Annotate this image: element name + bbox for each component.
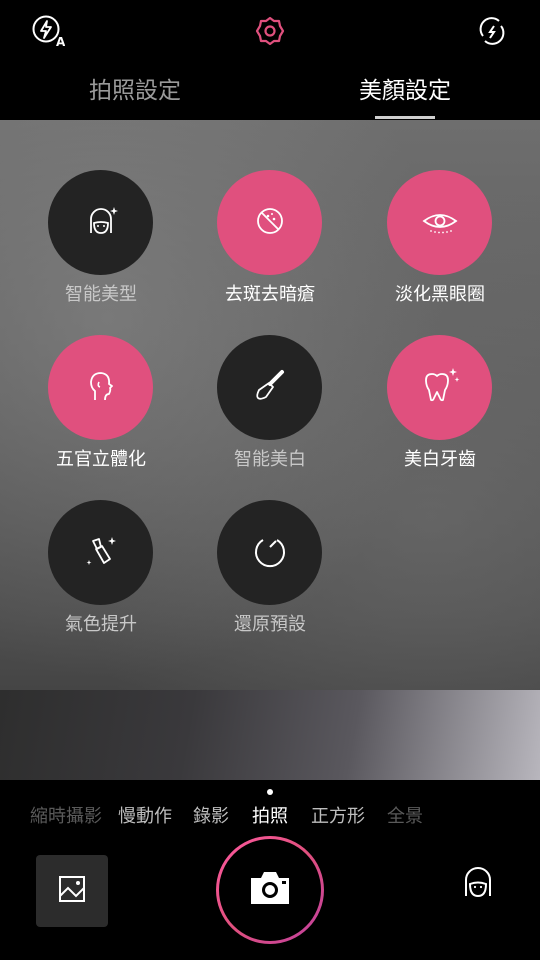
mode-video[interactable]: 錄影 [193, 802, 229, 828]
beauty-option-label: 氣色提升 [65, 614, 137, 635]
shutter-inner [219, 839, 321, 941]
flash-auto-icon[interactable]: A [30, 13, 66, 49]
beauty-option-blemish[interactable]: 去斑去暗瘡 [185, 170, 355, 320]
beauty-option-dark-circles[interactable]: 淡化黑眼圈 [355, 170, 525, 320]
active-tab-indicator [375, 116, 435, 119]
tooth-sparkle-icon [416, 362, 464, 414]
beauty-option-contour[interactable]: 五官立體化 [16, 335, 186, 485]
beauty-option-circle [217, 335, 322, 440]
beauty-option-circle [48, 170, 153, 275]
mode-slow-motion[interactable]: 慢動作 [118, 802, 172, 828]
switch-camera-icon[interactable] [474, 13, 510, 49]
beauty-mode-button[interactable] [458, 864, 498, 904]
beauty-option-label: 淡化黑眼圈 [395, 284, 485, 305]
settings-gear-icon[interactable] [252, 13, 288, 49]
gallery-thumbnail-button[interactable] [36, 855, 108, 927]
beauty-option-circle [217, 500, 322, 605]
face-profile-icon [79, 364, 123, 412]
reset-icon [248, 529, 292, 577]
mode-panorama[interactable]: 全景 [387, 802, 423, 828]
camera-mode-selector: 縮時攝影 慢動作 錄影 拍照 正方形 全景 [0, 780, 540, 842]
face-sparkle-icon [79, 199, 123, 247]
mode-indicator-dot [267, 789, 273, 795]
gallery-icon [57, 874, 87, 908]
beauty-option-circle [387, 170, 492, 275]
camera-viewfinder: 智能美型 去斑去暗瘡 淡化黑眼圈 五官立體化 智能美白 美白牙齒 氣色提升 還原… [0, 120, 540, 780]
mode-photo[interactable]: 拍照 [252, 802, 288, 828]
beauty-option-reset[interactable]: 還原預設 [185, 500, 355, 650]
lipstick-icon [79, 529, 123, 577]
tab-beauty-settings[interactable]: 美顏設定 [270, 62, 540, 120]
makeup-brush-icon [248, 364, 292, 412]
face-beauty-icon [458, 862, 498, 906]
tab-shooting-settings[interactable]: 拍照設定 [0, 62, 270, 120]
top-bar: A [0, 0, 540, 62]
beauty-option-label: 智能美白 [234, 449, 306, 470]
beauty-option-label: 去斑去暗瘡 [225, 284, 315, 305]
beauty-option-label: 還原預設 [234, 614, 306, 635]
shutter-button[interactable] [216, 836, 324, 944]
beauty-option-teeth[interactable]: 美白牙齒 [355, 335, 525, 485]
settings-tabs: 拍照設定 美顏設定 [0, 62, 540, 120]
svg-text:A: A [56, 35, 65, 48]
beauty-option-circle [217, 170, 322, 275]
beauty-option-circle [387, 335, 492, 440]
beauty-option-circle [48, 500, 153, 605]
mode-square[interactable]: 正方形 [311, 802, 365, 828]
beauty-option-smart-shape[interactable]: 智能美型 [16, 170, 186, 320]
beauty-option-label: 美白牙齒 [404, 449, 476, 470]
beauty-option-complexion[interactable]: 氣色提升 [16, 500, 186, 650]
blemish-remove-icon [248, 199, 292, 247]
beauty-option-circle [48, 335, 153, 440]
beauty-option-label: 智能美型 [65, 284, 137, 305]
beauty-option-label: 五官立體化 [56, 449, 146, 470]
eye-icon [418, 199, 462, 247]
viewfinder-floor [0, 690, 540, 780]
bottom-controls [0, 836, 540, 960]
beauty-option-whitening[interactable]: 智能美白 [185, 335, 355, 485]
camera-icon [247, 868, 293, 912]
mode-timelapse[interactable]: 縮時攝影 [30, 802, 102, 828]
